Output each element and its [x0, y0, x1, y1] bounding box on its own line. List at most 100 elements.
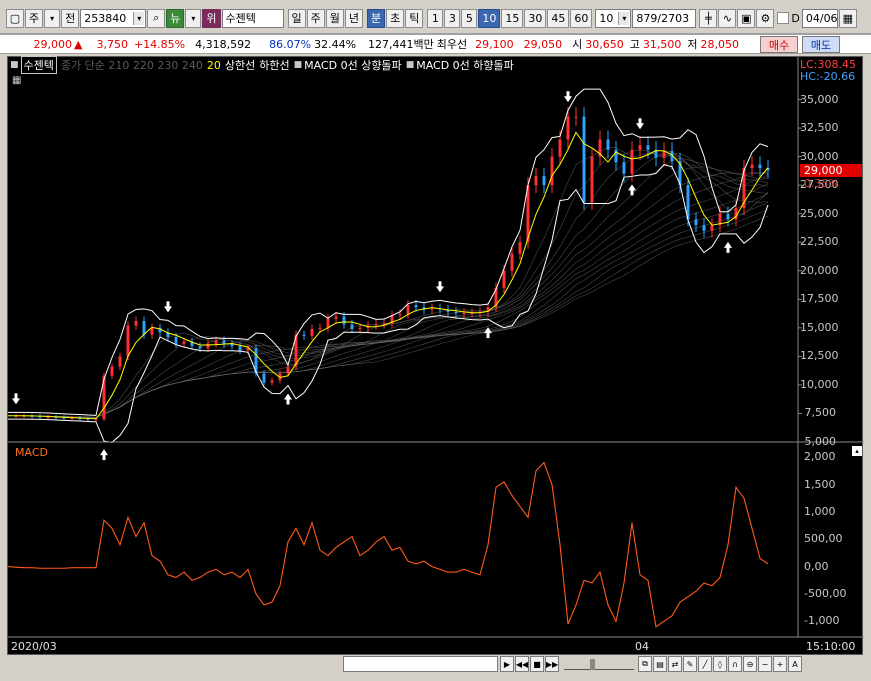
news-dropdown-icon[interactable]: ▾	[185, 8, 202, 28]
image-icon[interactable]: ▤	[653, 656, 667, 672]
candle-body	[558, 139, 562, 157]
chart-area[interactable]: ■ 수젠텍 종가 단순 210 220 230 240 20 상한선 하한선 ■…	[7, 56, 864, 656]
candle-body	[502, 270, 506, 288]
scrollbar-thumb[interactable]	[343, 656, 498, 672]
down-arrow-icon	[12, 393, 20, 405]
stock-name-field[interactable]: 수젠텍	[221, 8, 284, 28]
minute-60-button[interactable]: 60	[570, 8, 593, 28]
buy-button[interactable]: 매수	[760, 36, 798, 53]
play-forward-icon[interactable]: ▶▶	[545, 656, 559, 672]
ribbon-line	[8, 202, 769, 418]
candle-body	[198, 346, 202, 349]
candle-body	[518, 242, 522, 254]
search-icon[interactable]: ⌕	[147, 8, 166, 28]
copy-icon[interactable]: ⧉	[638, 656, 652, 672]
macd-tick-label: 500,00	[804, 532, 843, 546]
legend-stock-name[interactable]: 수젠텍	[20, 56, 57, 74]
intraday-tick-button[interactable]: 틱	[405, 8, 424, 28]
zoom-out-icon[interactable]: ⊖	[743, 656, 757, 672]
minute-5-button[interactable]: 5	[461, 8, 478, 28]
candle-body	[342, 316, 346, 325]
minute-30-button[interactable]: 30	[524, 8, 547, 28]
date-checkbox[interactable]	[777, 12, 790, 24]
zoom-slider-handle[interactable]	[590, 659, 595, 670]
ribbon-line	[8, 153, 769, 418]
minute-1-button[interactable]: 1	[427, 8, 444, 28]
play-back-icon[interactable]: ◀◀	[515, 656, 529, 672]
period-week-button[interactable]: 주	[306, 8, 325, 28]
plus-icon[interactable]: +	[773, 656, 787, 672]
candle-body	[334, 316, 338, 319]
save-icon[interactable]: ▣	[737, 8, 756, 28]
count-value: 10	[599, 11, 614, 25]
macd-tick-label: 1,000	[804, 504, 836, 518]
candle-icon[interactable]: ╪	[699, 8, 718, 28]
candle-body	[350, 324, 354, 329]
date-input[interactable]: 04/06	[801, 8, 838, 28]
candle-body	[142, 320, 146, 335]
legend-square-icon: ■	[293, 60, 303, 70]
chart-canvas[interactable]	[8, 57, 864, 656]
high-price: 31,500	[642, 37, 682, 51]
candle-body	[694, 219, 698, 226]
time-end: 15:10:00	[806, 640, 856, 653]
stop-icon[interactable]: ■	[530, 656, 544, 672]
scroll-right-icon[interactable]: ▶	[500, 656, 514, 672]
candle-body	[382, 323, 386, 325]
chart-type-dropdown-icon[interactable]: ▾	[44, 8, 61, 28]
chevron-down-icon[interactable]: ▾	[133, 11, 145, 25]
grid-table-icon[interactable]: ▦	[12, 75, 21, 86]
intraday-second-button[interactable]: 초	[386, 8, 405, 28]
minute-10-button[interactable]: 10	[478, 8, 501, 28]
gear-icon[interactable]: ⚙	[756, 8, 775, 28]
legend-lower: 하한선	[259, 59, 290, 72]
layout-icon[interactable]: ▢	[6, 8, 24, 28]
legend: ■ 수젠텍 종가 단순 210 220 230 240 20 상한선 하한선 ■…	[10, 56, 518, 74]
magnet-icon[interactable]: ∩	[728, 656, 742, 672]
calendar-icon[interactable]: ▦	[838, 8, 857, 28]
macd-tick-label: -500,00	[804, 586, 847, 600]
up-arrow-icon	[724, 241, 732, 253]
news-button[interactable]: 뉴	[166, 8, 185, 28]
up-arrow-icon	[628, 184, 636, 196]
hc-label: HC:-20.66	[800, 70, 856, 83]
price-tick-label: 20,000	[800, 263, 839, 277]
minute-15-button[interactable]: 15	[501, 8, 524, 28]
period-year-button[interactable]: 년	[344, 8, 363, 28]
prev-button[interactable]: 전	[61, 8, 80, 28]
text-a-icon[interactable]: A	[788, 656, 802, 672]
down-arrow-icon	[636, 118, 644, 130]
open-price: 30,650	[585, 37, 624, 51]
pen-icon[interactable]: ✎	[683, 656, 697, 672]
indicator-lines	[8, 88, 769, 443]
candle-body	[622, 162, 626, 174]
trend-icon[interactable]: ∿	[718, 8, 737, 28]
zoom-slider[interactable]	[564, 658, 634, 670]
minute-45-button[interactable]: 45	[547, 8, 570, 28]
stock-tag: 위	[202, 8, 221, 28]
stock-code-input[interactable]: 253840 ▾	[80, 8, 147, 28]
down-arrow-icon	[564, 91, 572, 103]
candle-body	[582, 116, 586, 203]
page-total: /2703	[657, 11, 690, 25]
type-button[interactable]: 주	[25, 8, 44, 28]
count-select[interactable]: 10 ▾	[595, 8, 632, 28]
ribbon-line	[8, 150, 769, 418]
turnover-pct: 32.44%	[314, 37, 357, 51]
candle-body	[710, 225, 714, 231]
line-tool-icon[interactable]: ⇄	[668, 656, 682, 672]
minute-3-button[interactable]: 3	[444, 8, 461, 28]
price-tick-label: 15,000	[800, 320, 839, 334]
minus-icon[interactable]: −	[758, 656, 772, 672]
trend-line-icon[interactable]: ╱	[698, 656, 712, 672]
eraser-icon[interactable]: ◊	[713, 656, 727, 672]
period-month-button[interactable]: 월	[325, 8, 344, 28]
price-tick-label: 32,500	[800, 121, 839, 135]
candle-body	[574, 116, 578, 118]
chevron-down-icon[interactable]: ▾	[618, 11, 630, 25]
intraday-minute-button[interactable]: 분	[367, 8, 386, 28]
macd-tick-label: 1,500	[804, 477, 836, 491]
down-arrow-icon	[164, 301, 172, 313]
sell-button[interactable]: 매도	[802, 36, 840, 53]
period-day-button[interactable]: 일	[287, 8, 306, 28]
